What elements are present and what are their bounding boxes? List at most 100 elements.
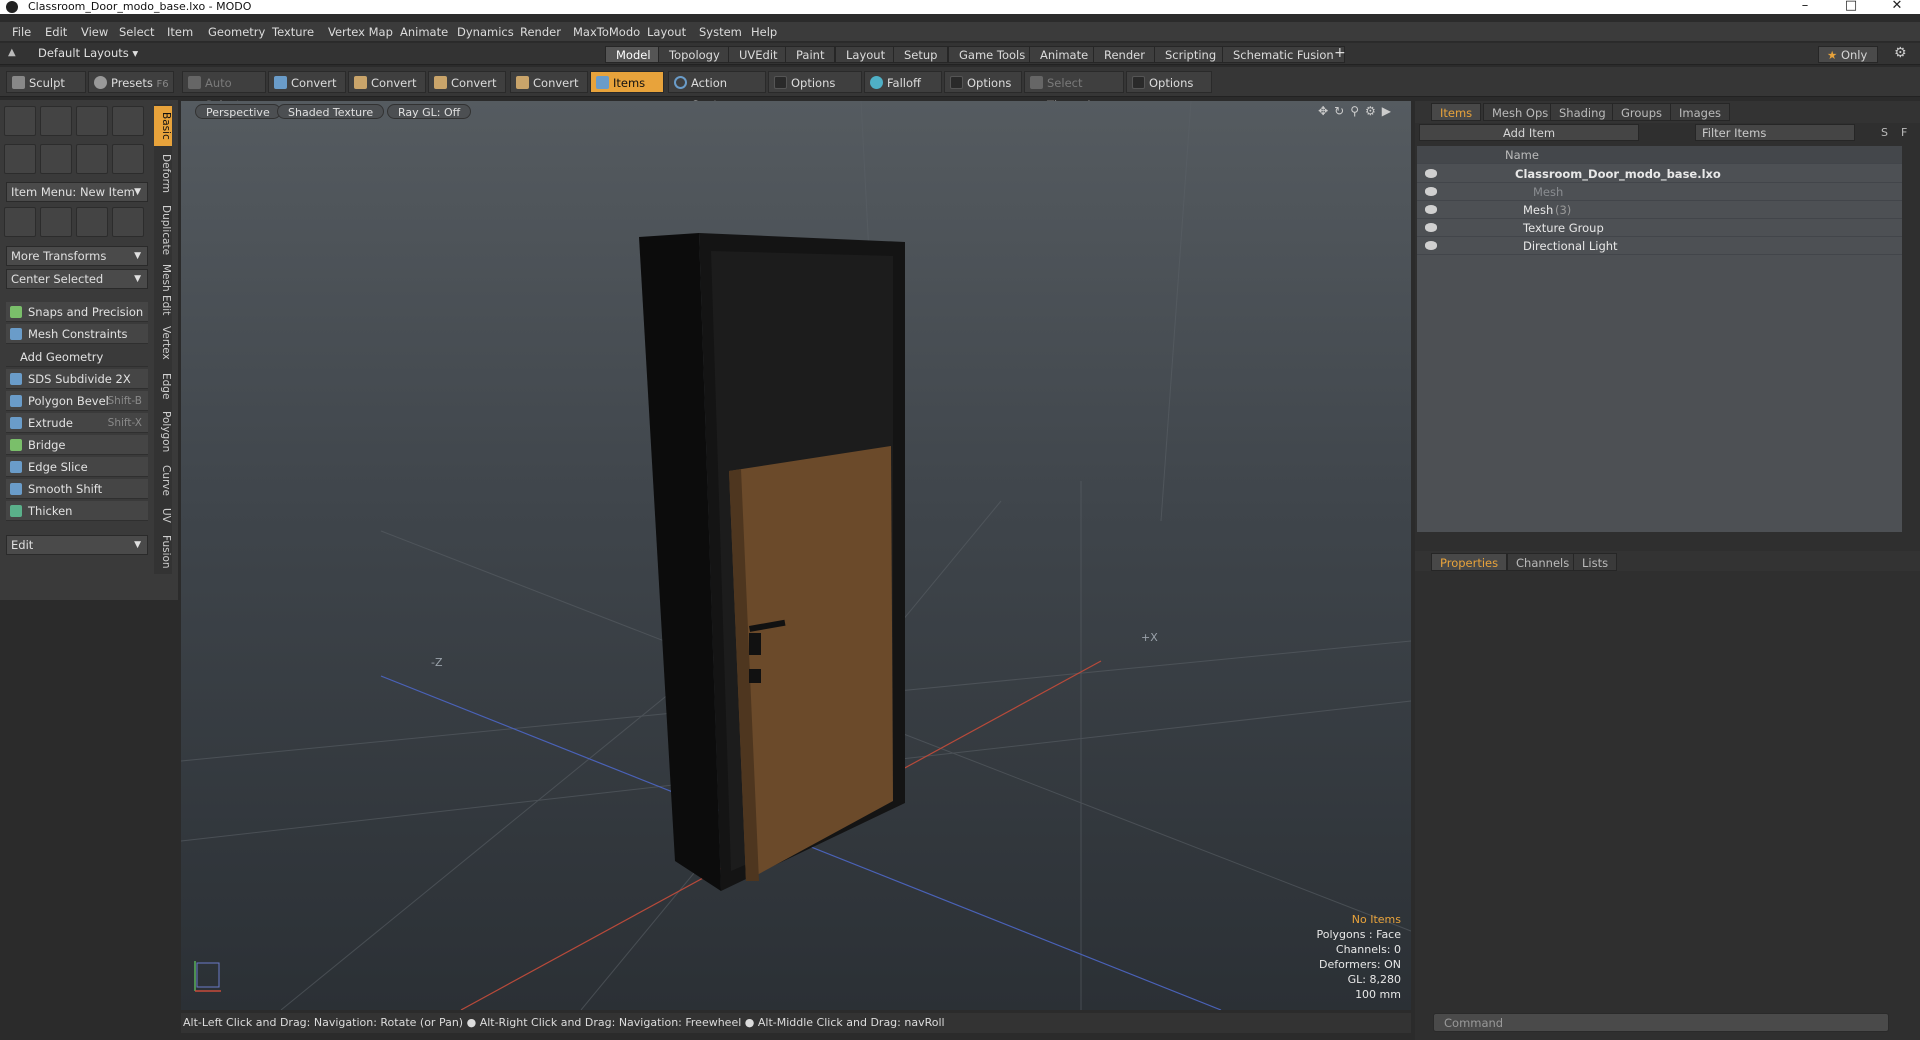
tab-render[interactable]: Render <box>1093 46 1156 63</box>
eye-icon[interactable] <box>1425 187 1437 196</box>
menu-select[interactable]: Select <box>119 25 154 39</box>
tab-topology[interactable]: Topology <box>658 46 731 63</box>
cube-icon[interactable] <box>4 106 36 136</box>
tab-images[interactable]: Images <box>1670 103 1731 121</box>
sphere-icon[interactable] <box>40 106 72 136</box>
tab-groups[interactable]: Groups <box>1612 103 1672 121</box>
pyramid-icon[interactable] <box>112 207 144 237</box>
tab-items[interactable]: Items <box>1431 103 1482 121</box>
convert-button-3[interactable]: Convert <box>428 71 506 93</box>
menu-view[interactable]: View <box>81 25 108 39</box>
auto-select-button[interactable]: Auto Select <box>182 71 266 112</box>
tab-lists[interactable]: Lists <box>1573 553 1618 571</box>
menu-layout[interactable]: Layout <box>647 25 686 39</box>
vtab-vertex[interactable]: Vertex <box>154 320 172 366</box>
edit-dropdown[interactable]: Edit ▼ <box>6 535 148 555</box>
menu-system[interactable]: System <box>699 25 742 39</box>
menu-animate[interactable]: Animate <box>400 25 448 39</box>
convert-button-4[interactable]: Convert <box>510 71 588 93</box>
eye-icon[interactable] <box>1425 205 1437 214</box>
mesh-constraints-item[interactable]: Mesh Constraints <box>6 324 148 344</box>
tool-edge-slice[interactable]: Edge Slice <box>6 457 148 477</box>
tool-bridge[interactable]: Bridge <box>6 435 148 455</box>
filter-items-input[interactable]: Filter Items <box>1695 124 1855 141</box>
eye-icon[interactable] <box>1425 223 1437 232</box>
tab-layout[interactable]: Layout <box>835 46 897 63</box>
tab-schematic-fusion[interactable]: Schematic Fusion <box>1222 46 1345 63</box>
tab-scripting[interactable]: Scripting <box>1154 46 1228 63</box>
command-input[interactable]: Command <box>1433 1013 1889 1032</box>
3d-viewport[interactable]: +X -Z Perspective Shaded Texture Ray GL:… <box>181 101 1411 1010</box>
menu-dynamics[interactable]: Dynamics <box>457 25 514 39</box>
transform-icon[interactable] <box>4 207 36 237</box>
tab-model[interactable]: Model <box>605 46 662 63</box>
sculpt-button[interactable]: Sculpt <box>6 71 86 93</box>
maximize-icon[interactable]: □ <box>1828 0 1874 14</box>
tool-smooth-shift[interactable]: Smooth Shift <box>6 479 148 499</box>
items-mode-button[interactable]: Items <box>590 71 664 93</box>
menu-maxtomodo[interactable]: MaxToModo <box>573 25 640 39</box>
tab-mesh-ops[interactable]: Mesh Ops <box>1483 103 1558 121</box>
options-button-1[interactable]: Options <box>768 71 862 93</box>
s-toggle[interactable]: S <box>1881 126 1888 139</box>
tool-sds-subdivide[interactable]: SDS Subdivide 2X <box>6 369 148 389</box>
tree-row[interactable]: Classroom_Door_modo_base.lxo <box>1417 165 1902 183</box>
tool-polygon-bevel[interactable]: Polygon Bevel Shift-B <box>6 391 148 411</box>
vtab-deform[interactable]: Deform <box>154 150 172 198</box>
eye-icon[interactable] <box>1425 241 1437 250</box>
vtab-basic[interactable]: Basic <box>154 106 172 146</box>
f-toggle[interactable]: F <box>1901 126 1907 139</box>
tree-row[interactable]: Mesh (3) <box>1417 201 1902 219</box>
menu-item[interactable]: Item <box>167 25 193 39</box>
menu-file[interactable]: File <box>12 25 31 39</box>
globe-icon[interactable] <box>76 207 108 237</box>
tool-thicken[interactable]: Thicken <box>6 501 148 521</box>
tab-shading[interactable]: Shading <box>1550 103 1615 121</box>
tab-channels[interactable]: Channels <box>1507 553 1579 571</box>
viewport-nav-icons[interactable]: ✥↻⚲⚙▶ <box>1318 104 1397 118</box>
tab-setup[interactable]: Setup <box>893 46 949 63</box>
tab-paint[interactable]: Paint <box>785 46 836 63</box>
menu-vertex-map[interactable]: Vertex Map <box>328 25 393 39</box>
tab-properties[interactable]: Properties <box>1431 553 1508 571</box>
tab-game-tools[interactable]: Game Tools <box>948 46 1037 63</box>
vtab-duplicate[interactable]: Duplicate <box>154 200 172 260</box>
add-tab-button[interactable]: + <box>1334 45 1346 61</box>
vtab-edge[interactable]: Edge <box>154 368 172 404</box>
shading-mode-button[interactable]: Shaded Texture <box>277 104 385 119</box>
menu-geometry[interactable]: Geometry <box>208 25 265 39</box>
grid-icon[interactable] <box>40 207 72 237</box>
convert-button-1[interactable]: Convert <box>268 71 346 93</box>
add-geometry-header[interactable]: Add Geometry <box>6 347 148 367</box>
tab-animate[interactable]: Animate <box>1029 46 1100 63</box>
vtab-polygon[interactable]: Polygon <box>154 406 172 458</box>
raygl-button[interactable]: Ray GL: Off <box>387 104 472 119</box>
capsule-icon[interactable] <box>40 144 72 174</box>
menu-render[interactable]: Render <box>520 25 561 39</box>
vtab-mesh-edit[interactable]: Mesh Edit <box>154 262 172 318</box>
convert-button-2[interactable]: Convert <box>348 71 426 93</box>
door-model[interactable] <box>639 233 905 891</box>
snaps-precision-item[interactable]: Snaps and Precision <box>6 302 148 322</box>
center-selected-dropdown[interactable]: Center Selected ▼ <box>6 269 148 289</box>
tree-row[interactable]: Texture Group <box>1417 219 1902 237</box>
menu-texture[interactable]: Texture <box>272 25 314 39</box>
menu-help[interactable]: Help <box>751 25 777 39</box>
scene-canvas[interactable]: +X -Z <box>181 101 1411 1010</box>
tab-uvedit[interactable]: UVEdit <box>728 46 789 63</box>
vtab-uv[interactable]: UV <box>154 502 172 528</box>
menu-edit[interactable]: Edit <box>45 25 67 39</box>
torus-icon[interactable] <box>4 144 36 174</box>
presets-button[interactable]: Presets F6 <box>88 71 174 93</box>
action-center-button[interactable]: Action Center <box>668 71 766 112</box>
text-icon[interactable] <box>112 144 144 174</box>
tree-row[interactable]: Mesh <box>1417 183 1902 201</box>
options-button-3[interactable]: Options <box>1126 71 1212 93</box>
only-toggle[interactable]: ★ Only <box>1818 46 1878 63</box>
tool-extrude[interactable]: Extrude Shift-X <box>6 413 148 433</box>
vtab-fusion[interactable]: Fusion <box>154 530 172 574</box>
select-through-button[interactable]: Select Through <box>1024 71 1124 112</box>
view-mode-button[interactable]: Perspective <box>195 104 281 119</box>
eye-icon[interactable] <box>1425 169 1437 178</box>
layouts-dropdown[interactable]: Default Layouts ▾ <box>38 46 138 60</box>
